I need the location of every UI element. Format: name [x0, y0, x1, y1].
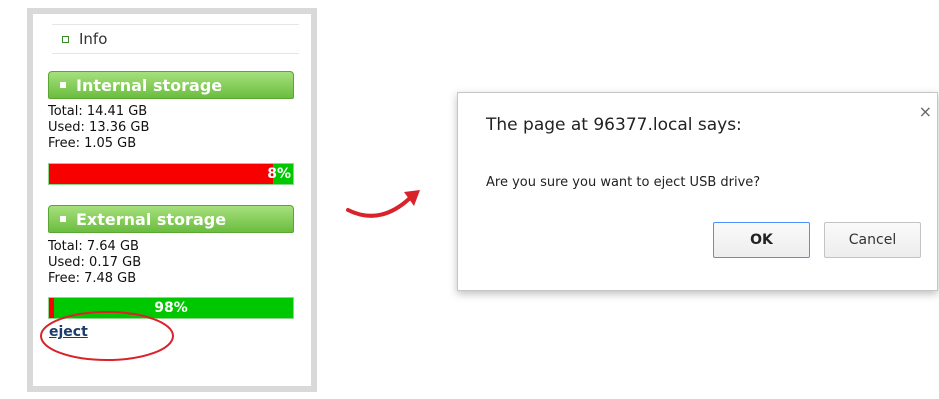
dialog-message: Are you sure you want to eject USB drive…: [486, 175, 761, 190]
confirm-dialog: × The page at 96377.local says: Are you …: [457, 92, 938, 291]
bullet-icon: [60, 216, 66, 222]
internal-storage-stats: Total: 14.41 GB Used: 13.36 GB Free: 1.0…: [48, 104, 149, 152]
bullet-icon: [62, 35, 69, 43]
internal-usage-bar: 8%: [48, 163, 294, 185]
curved-arrow-icon: [346, 190, 420, 218]
internal-storage-header: Internal storage: [48, 71, 294, 99]
dialog-title: The page at 96377.local says:: [486, 115, 742, 135]
internal-free-percent: 8%: [267, 166, 291, 182]
bullet-icon: [60, 82, 66, 88]
internal-storage-title: Internal storage: [76, 75, 223, 95]
internal-used: Used: 13.36 GB: [48, 120, 150, 135]
ok-button[interactable]: OK: [713, 222, 810, 258]
internal-total: Total: 14.41 GB: [48, 104, 148, 119]
external-storage-header: External storage: [48, 205, 294, 233]
external-storage-title: External storage: [76, 209, 227, 229]
internal-used-fill: [49, 164, 274, 184]
close-icon[interactable]: ×: [919, 102, 932, 121]
info-nav-item[interactable]: Info: [52, 24, 299, 54]
eject-link[interactable]: eject: [49, 324, 88, 340]
external-total: Total: 7.64 GB: [48, 239, 139, 254]
storage-panel: Info Internal storage Total: 14.41 GB Us…: [27, 8, 317, 392]
info-label: Info: [79, 30, 108, 48]
external-storage-stats: Total: 7.64 GB Used: 0.17 GB Free: 7.48 …: [48, 239, 141, 287]
external-free: Free: 7.48 GB: [48, 271, 137, 286]
cancel-button[interactable]: Cancel: [824, 222, 921, 258]
internal-free: Free: 1.05 GB: [48, 136, 137, 151]
external-used: Used: 0.17 GB: [48, 255, 142, 270]
